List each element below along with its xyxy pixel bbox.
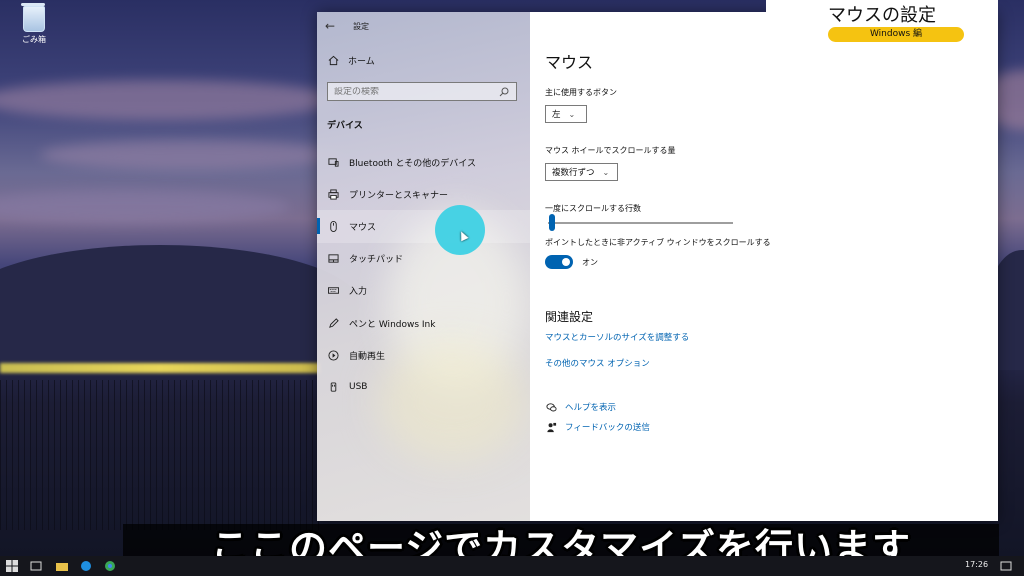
nav-item-label: Bluetooth とその他のデバイス	[349, 158, 477, 169]
nav-item-usb[interactable]: USB	[317, 371, 530, 403]
cursor-size-link[interactable]: マウスとカーソルのサイズを調整する	[545, 331, 689, 343]
primary-button-label: 主に使用するボタン	[545, 88, 617, 97]
inactive-scroll-label: ポイントしたときに非アクティブ ウィンドウをスクロールする	[545, 238, 771, 247]
notification-icon[interactable]	[1000, 560, 1012, 572]
related-settings-title: 関連設定	[545, 310, 594, 324]
chevron-down-icon: ⌄	[568, 109, 576, 119]
primary-button-value: 左	[552, 110, 561, 120]
wheel-scroll-dropdown[interactable]: 複数行ずつ ⌄	[545, 163, 618, 181]
more-mouse-options-link[interactable]: その他のマウス オプション	[545, 357, 650, 369]
touchpad-icon	[327, 253, 339, 265]
recycle-bin-shortcut[interactable]: ごみ箱	[16, 3, 52, 45]
nav-item-label: プリンターとスキャナー	[349, 190, 449, 201]
nav-item-label: タッチパッド	[349, 255, 404, 266]
edge-browser-icon[interactable]	[80, 560, 92, 572]
nav-item-touchpad[interactable]: タッチパッド	[317, 243, 530, 275]
nav-home[interactable]: ホーム	[327, 54, 375, 67]
back-arrow-icon[interactable]: ←	[325, 19, 335, 33]
task-view-icon[interactable]	[30, 560, 42, 572]
printer-icon	[327, 188, 339, 200]
nav-item-label: 入力	[349, 287, 368, 298]
chrome-browser-icon[interactable]	[104, 560, 116, 572]
recycle-bin-label: ごみ箱	[22, 35, 46, 44]
search-input[interactable]	[334, 86, 498, 97]
scroll-lines-slider-track[interactable]	[548, 222, 733, 224]
nav-item-bluetooth[interactable]: Bluetooth とその他のデバイス	[317, 146, 530, 178]
nav-item-typing[interactable]: 入力	[317, 275, 530, 307]
video-title: マウスの設定	[828, 5, 936, 26]
taskbar: 17:26	[0, 556, 1024, 576]
inactive-scroll-toggle[interactable]	[545, 255, 573, 269]
nav-item-label: マウス	[349, 222, 377, 233]
nav-home-label: ホーム	[348, 57, 375, 67]
bluetooth-devices-icon	[327, 156, 339, 168]
nav-item-autoplay[interactable]: 自動再生	[317, 339, 530, 371]
window-title: 設定	[353, 21, 370, 31]
autoplay-icon	[327, 349, 339, 361]
recycle-bin-icon	[21, 3, 45, 32]
settings-content-pane: マウス 主に使用するボタン 左 ⌄ マウス ホイールでスクロールする量 複数行ず…	[530, 12, 998, 521]
nav-list: Bluetooth とその他のデバイス プリンターとスキャナー マウス タッチパ…	[317, 146, 530, 404]
nav-item-label: USB	[349, 382, 368, 393]
nav-item-pen[interactable]: ペンと Windows Ink	[317, 307, 530, 339]
nav-section-title: デバイス	[327, 121, 363, 131]
windows-start-icon[interactable]	[6, 560, 18, 572]
usb-icon	[327, 381, 339, 393]
mouse-icon	[327, 220, 339, 232]
toggle-knob	[562, 258, 570, 266]
help-row[interactable]: ヘルプを表示	[545, 401, 616, 413]
nav-item-label: 自動再生	[349, 351, 386, 362]
help-link[interactable]: ヘルプを表示	[565, 401, 616, 413]
search-icon[interactable]	[498, 86, 510, 98]
help-chat-icon	[545, 401, 557, 413]
keyboard-icon	[327, 285, 339, 297]
primary-button-dropdown[interactable]: 左 ⌄	[545, 105, 587, 123]
settings-window: ← 設定 ホーム デバイス Bluetooth とその他のデバイス	[317, 12, 998, 521]
feedback-link[interactable]: フィードバックの送信	[565, 421, 650, 433]
nav-item-printers[interactable]: プリンターとスキャナー	[317, 178, 530, 210]
shore-light-line	[0, 363, 320, 373]
pen-icon	[327, 317, 339, 329]
file-explorer-icon[interactable]	[56, 560, 68, 572]
wheel-scroll-value: 複数行ずつ	[552, 168, 595, 178]
nav-item-label: ペンと Windows Ink	[349, 319, 436, 330]
feedback-row[interactable]: フィードバックの送信	[545, 421, 650, 433]
settings-search-box[interactable]	[327, 82, 517, 101]
feedback-person-icon	[545, 421, 557, 433]
toggle-state-label: オン	[582, 258, 598, 267]
clock-time[interactable]: 17:26	[965, 560, 988, 569]
wheel-scroll-label: マウス ホイールでスクロールする量	[545, 146, 676, 155]
cursor-highlight	[435, 205, 485, 255]
chevron-down-icon: ⌄	[602, 167, 610, 177]
title-bar: ← 設定	[325, 16, 369, 36]
scroll-lines-label: 一度にスクロールする行数	[545, 204, 641, 213]
nav-item-mouse[interactable]: マウス	[317, 210, 530, 243]
settings-nav-pane: ← 設定 ホーム デバイス Bluetooth とその他のデバイス	[317, 12, 530, 521]
reeds-reflection	[0, 380, 320, 530]
video-title-card: マウスの設定 Windows 編	[766, 0, 998, 44]
page-title: マウス	[545, 53, 594, 72]
scroll-lines-slider-thumb[interactable]	[549, 214, 555, 231]
video-badge: Windows 編	[828, 27, 964, 42]
home-icon	[327, 55, 339, 67]
